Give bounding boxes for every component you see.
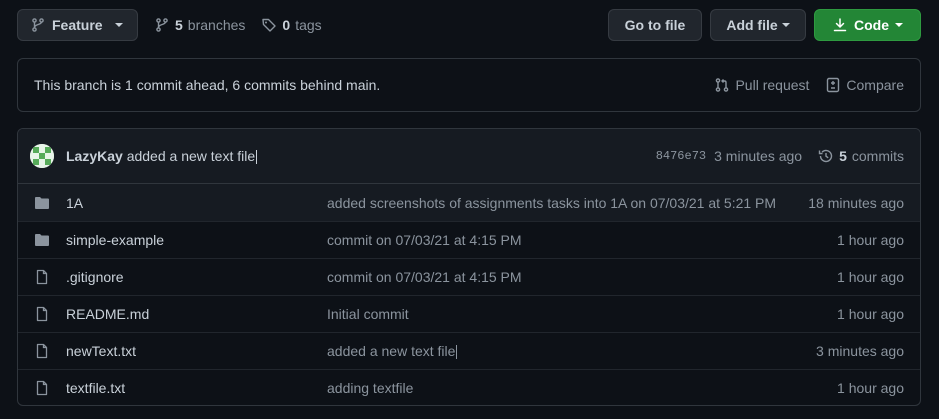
file-age: 1 hour ago xyxy=(837,306,904,322)
tags-label: tags xyxy=(295,17,322,33)
table-row[interactable]: newText.txt added a new text file 3 minu… xyxy=(18,332,920,369)
compare-label: Compare xyxy=(846,77,904,93)
text-cursor xyxy=(256,150,258,165)
table-row[interactable]: textfile.txt adding textfile 1 hour ago xyxy=(18,369,920,405)
file-name[interactable]: .gitignore xyxy=(66,269,327,285)
commit-age: 3 minutes ago xyxy=(714,148,803,164)
branch-name: Feature xyxy=(52,17,103,33)
file-icon xyxy=(34,306,50,322)
file-name[interactable]: 1A xyxy=(66,195,327,211)
add-file-button[interactable]: Add file xyxy=(710,9,806,41)
file-commit-message[interactable]: Initial commit xyxy=(327,306,837,322)
file-age: 3 minutes ago xyxy=(816,343,904,359)
file-commit-message-text: added a new text file xyxy=(327,342,456,359)
pull-request-icon xyxy=(714,77,730,93)
tags-count: 0 xyxy=(282,17,291,33)
text-cursor xyxy=(456,345,458,360)
latest-commit-bar: LazyKay added a new text file 8476e73 3 … xyxy=(18,129,920,184)
branch-status-text: This branch is 1 commit ahead, 6 commits… xyxy=(34,77,381,93)
commits-label: commits xyxy=(851,148,904,164)
file-commit-message[interactable]: commit on 07/03/21 at 4:15 PM xyxy=(327,232,837,248)
file-name[interactable]: newText.txt xyxy=(66,343,327,359)
chevron-down-icon xyxy=(895,23,903,27)
git-branch-icon xyxy=(30,17,46,33)
file-commit-message[interactable]: added a new text file xyxy=(327,342,816,360)
file-age: 18 minutes ago xyxy=(808,194,904,211)
table-row[interactable]: README.md Initial commit 1 hour ago xyxy=(18,295,920,332)
tag-icon xyxy=(261,17,277,33)
table-row[interactable]: simple-example commit on 07/03/21 at 4:1… xyxy=(18,221,920,258)
git-branch-icon xyxy=(154,17,170,33)
commit-author[interactable]: LazyKay xyxy=(66,148,123,164)
chevron-down-icon xyxy=(114,23,123,27)
history-icon xyxy=(818,148,834,164)
table-row[interactable]: 1A added screenshots of assignments task… xyxy=(18,184,920,221)
commits-count: 5 xyxy=(839,148,847,164)
file-commit-message[interactable]: commit on 07/03/21 at 4:15 PM xyxy=(327,269,837,285)
code-button[interactable]: Code xyxy=(814,9,921,41)
branch-status-box: This branch is 1 commit ahead, 6 commits… xyxy=(17,58,921,112)
branches-label: branches xyxy=(187,17,246,33)
avatar[interactable] xyxy=(30,144,54,168)
commits-history-link[interactable]: 5 commits xyxy=(818,148,904,164)
file-icon xyxy=(34,343,50,359)
table-row[interactable]: .gitignore commit on 07/03/21 at 4:15 PM… xyxy=(18,258,920,295)
file-icon xyxy=(34,380,50,396)
download-icon xyxy=(832,17,848,33)
add-file-label: Add file xyxy=(726,17,778,33)
commit-message-text[interactable]: added a new text file xyxy=(127,148,255,164)
branches-link[interactable]: 5 branches xyxy=(154,17,245,33)
file-commit-message[interactable]: added screenshots of assignments tasks i… xyxy=(327,195,808,211)
pull-request-label: Pull request xyxy=(735,77,810,93)
compare-link[interactable]: Compare xyxy=(825,77,904,93)
file-name[interactable]: README.md xyxy=(66,306,327,322)
code-label: Code xyxy=(854,17,889,33)
file-commit-message[interactable]: adding textfile xyxy=(327,380,837,396)
repo-toolbar: Feature 5 branches 0 tags Go to file Add… xyxy=(17,9,921,41)
folder-icon xyxy=(34,232,50,248)
commit-sha[interactable]: 8476e73 xyxy=(656,149,706,163)
go-to-file-button[interactable]: Go to file xyxy=(608,9,702,41)
branches-count: 5 xyxy=(175,17,183,33)
file-age: 1 hour ago xyxy=(837,232,904,248)
file-age: 1 hour ago xyxy=(837,380,904,396)
folder-icon xyxy=(34,195,50,211)
file-name[interactable]: simple-example xyxy=(66,232,327,248)
file-list: 1A added screenshots of assignments task… xyxy=(18,184,920,405)
file-name[interactable]: textfile.txt xyxy=(66,380,327,396)
compare-icon xyxy=(825,77,841,93)
tags-link[interactable]: 0 tags xyxy=(261,17,322,33)
pull-request-link[interactable]: Pull request xyxy=(714,77,809,93)
file-age: 1 hour ago xyxy=(837,269,904,285)
branch-selector-button[interactable]: Feature xyxy=(17,9,138,41)
file-icon xyxy=(34,269,50,285)
file-browser: LazyKay added a new text file 8476e73 3 … xyxy=(17,128,921,406)
latest-commit-message: LazyKay added a new text file xyxy=(66,148,656,165)
chevron-down-icon xyxy=(781,23,790,27)
